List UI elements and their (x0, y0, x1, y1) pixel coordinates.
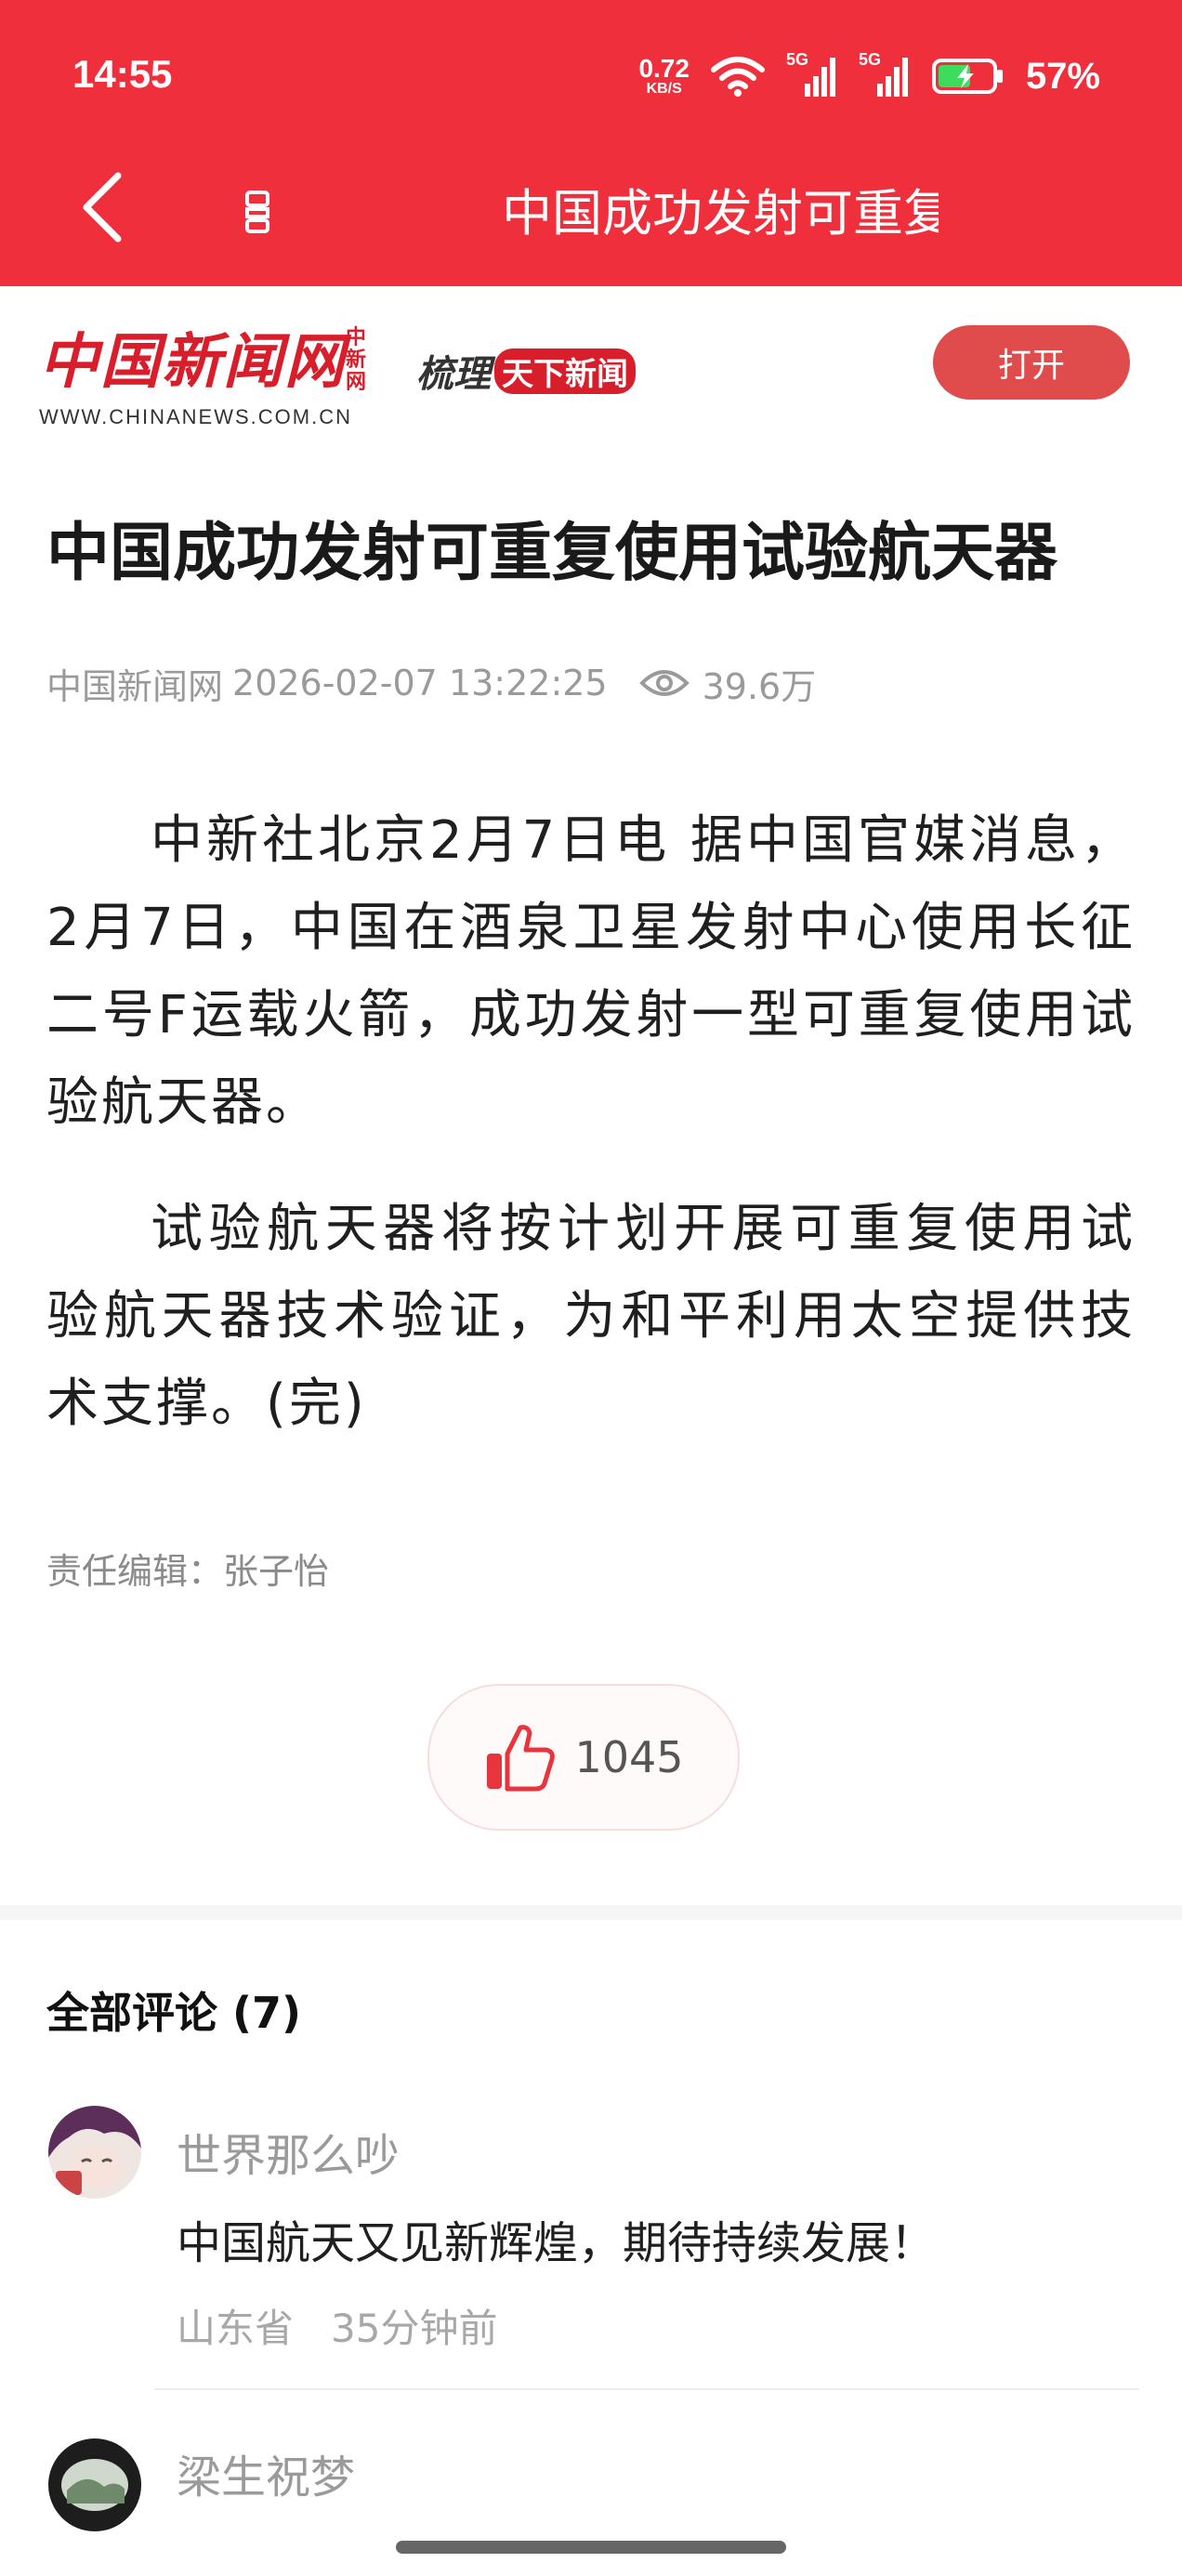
like-count: 1045 (574, 1732, 684, 1782)
status-icons: 0.72 KB/S 5G 5G 57% (638, 48, 1100, 104)
comment-time: 35分钟前 (331, 2306, 498, 2351)
logo-small-text: 中新网 (346, 326, 367, 394)
section-divider (0, 1905, 1182, 1920)
net-speed-unit: KB/S (646, 81, 682, 97)
status-time: 14:55 (72, 52, 173, 96)
net-speed-value: 0.72 (638, 54, 690, 83)
comment-meta: 山东省 35分钟前 (177, 2297, 497, 2354)
back-button[interactable] (65, 165, 139, 249)
thumbs-up-icon (487, 1725, 556, 1792)
comment-username[interactable]: 梁生祝梦 (177, 2440, 355, 2505)
article-datetime: 2026-02-07 13:22:25 (232, 663, 608, 703)
eye-icon (638, 666, 690, 700)
logo-url: WWW.CHINANEWS.COM.CN (39, 405, 352, 428)
signal-5g-1: 5G (786, 50, 838, 99)
comment-item[interactable]: 世界那么吵 中国航天又见新辉煌，期待持续发展！ 山东省 35分钟前 (0, 2106, 1182, 2385)
article-meta: 中国新闻网 2026-02-07 13:22:25 39.6万 (46, 651, 816, 716)
article-paragraph: 试验航天器将按计划开展可重复使用试验航天器技术验证，为和平利用太空提供技术支撑。… (46, 1199, 1136, 1434)
article-source: 中国新闻网 (46, 665, 224, 707)
slogan-highlight: 天下新闻 (494, 348, 636, 394)
article-body: 中新社北京2月7日电 据中国官媒消息，2月7日，中国在酒泉卫星发射中心使用长征二… (46, 797, 1136, 1487)
comment-divider (154, 2388, 1139, 2390)
comment-item[interactable]: 梁生祝梦 (0, 2435, 1182, 2531)
top-bar: 14:55 0.72 KB/S 5G 5G 57% 中国成功发射可重复 (0, 0, 1182, 286)
battery-percent: 57% (1025, 55, 1100, 97)
comment-text: 中国航天又见新辉煌，期待持续发展！ (177, 2217, 936, 2269)
home-indicator[interactable] (396, 2541, 786, 2554)
responsible-editor: 责任编辑：张子怡 (46, 1551, 330, 1592)
battery-charging-icon (931, 59, 1003, 94)
avatar[interactable] (48, 2106, 141, 2199)
signal-5g-2: 5G (859, 50, 911, 99)
signal-bars-icon (876, 58, 908, 97)
nav-title: 中国成功发射可重复使用试验航天器 (502, 184, 939, 243)
slogan-prefix: 梳理 (416, 352, 491, 396)
like-button[interactable]: 1045 (427, 1684, 740, 1831)
comment-location: 山东省 (177, 2306, 295, 2351)
open-app-button[interactable]: 打开 (933, 325, 1130, 400)
signal-bars-icon (804, 58, 835, 97)
slogan: 梳理 天下新闻 (416, 344, 636, 398)
app-banner: 中国新闻网 中新网 WWW.CHINANEWS.COM.CN 梳理 天下新闻 打… (0, 286, 1182, 444)
view-count: 39.6万 (702, 665, 817, 707)
wifi-icon (710, 57, 765, 97)
network-speed: 0.72 KB/S (638, 56, 690, 97)
audio-icon (245, 191, 269, 233)
article-headline: 中国成功发射可重复使用试验航天器 (46, 517, 1058, 590)
article-paragraph: 中新社北京2月7日电 据中国官媒消息，2月7日，中国在酒泉卫星发射中心使用长征二… (46, 810, 1136, 1133)
comments-title: 全部评论 (7) (46, 1988, 302, 2038)
audio-button[interactable] (232, 182, 284, 242)
avatar[interactable] (48, 2438, 141, 2531)
comment-username[interactable]: 世界那么吵 (177, 2119, 400, 2184)
chevron-left-icon (83, 172, 122, 243)
chinanews-logo: 中国新闻网 (39, 327, 346, 397)
